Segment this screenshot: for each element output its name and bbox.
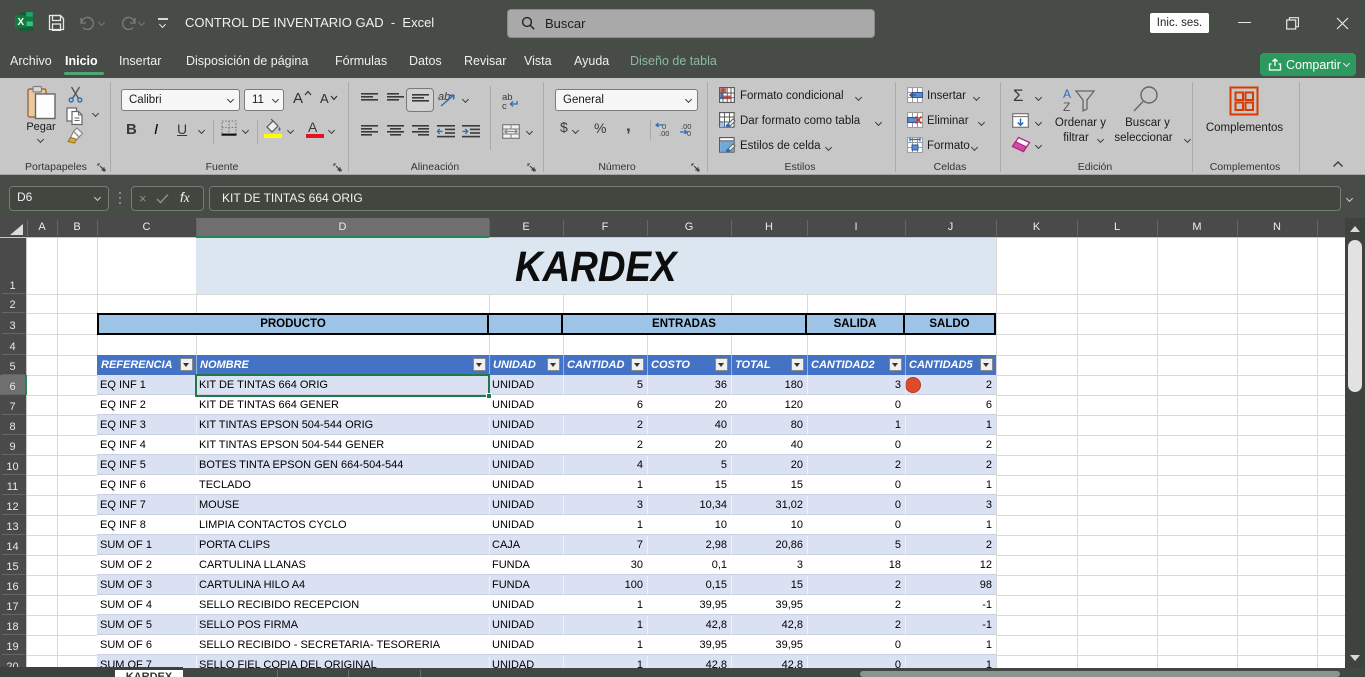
svg-text:0: 0 [687, 129, 691, 137]
svg-text:A: A [1063, 87, 1071, 101]
svg-text:.00: .00 [659, 129, 669, 137]
svg-text:ab: ab [438, 91, 450, 103]
svg-text:Z: Z [1063, 100, 1070, 113]
svg-text:X: X [17, 17, 24, 28]
svg-text:c: c [502, 101, 507, 110]
